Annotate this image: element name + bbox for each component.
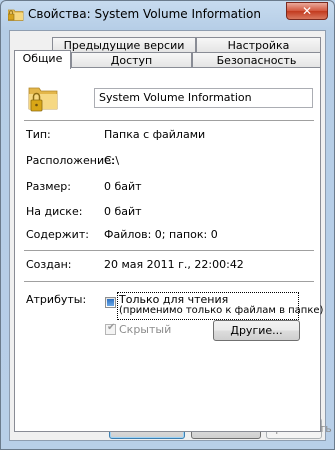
tab-label: Безопасность	[216, 54, 297, 67]
tab-label: Предыдущие версии	[63, 39, 185, 52]
tab-previous-versions[interactable]: Предыдущие версии	[52, 37, 196, 53]
folder-lock-icon	[8, 9, 24, 21]
hidden-checkbox[interactable]: ✔	[105, 322, 116, 335]
size-on-disk-value: 0 байт	[104, 205, 142, 218]
location-value: C:\	[104, 154, 120, 167]
hidden-label: Скрытый	[119, 323, 172, 336]
advanced-button[interactable]: Другие...	[213, 320, 300, 341]
close-icon: ✕	[301, 4, 313, 18]
title-bar[interactable]: Свойства: System Volume Information ✕	[1, 1, 334, 29]
general-tab-panel: System Volume Information Тип: Папка с ф…	[14, 67, 323, 432]
readonly-note[interactable]: (применимо только к файлам в папке)	[119, 305, 323, 316]
tab-label: Доступ	[110, 54, 153, 67]
separator	[24, 120, 314, 121]
folder-lock-icon	[28, 87, 58, 112]
tab-label: Настройка	[227, 39, 290, 52]
dialog-client-area: Предыдущие версии Настройка Общие Доступ…	[9, 30, 332, 441]
tab-label: Общие	[22, 52, 63, 65]
location-label: Расположение:	[26, 154, 115, 167]
folder-name-field[interactable]: System Volume Information	[94, 88, 313, 108]
separator	[24, 281, 314, 282]
readonly-checkbox[interactable]	[105, 297, 116, 308]
type-label: Тип:	[26, 128, 51, 141]
close-button[interactable]: ✕	[286, 2, 328, 20]
checkmark-icon: ✔	[107, 322, 116, 333]
contains-label: Содержит:	[26, 228, 89, 241]
tab-security[interactable]: Безопасность	[192, 52, 321, 68]
size-label: Размер:	[26, 180, 71, 193]
size-on-disk-label: На диске:	[26, 205, 83, 218]
tab-general[interactable]: Общие	[14, 50, 71, 69]
separator	[24, 250, 314, 251]
created-label: Создан:	[26, 258, 72, 271]
attributes-label: Атрибуты:	[26, 293, 87, 306]
properties-window: Свойства: System Volume Information ✕ Пр…	[0, 0, 335, 450]
tab-customize[interactable]: Настройка	[196, 37, 321, 53]
type-value: Папка с файлами	[104, 128, 206, 141]
window-title: Свойства: System Volume Information	[28, 7, 261, 21]
size-value: 0 байт	[104, 180, 142, 193]
created-value: 20 мая 2011 г., 22:00:42	[104, 258, 244, 271]
contains-value: Файлов: 0; папок: 0	[104, 228, 218, 241]
tab-sharing[interactable]: Доступ	[71, 52, 192, 68]
